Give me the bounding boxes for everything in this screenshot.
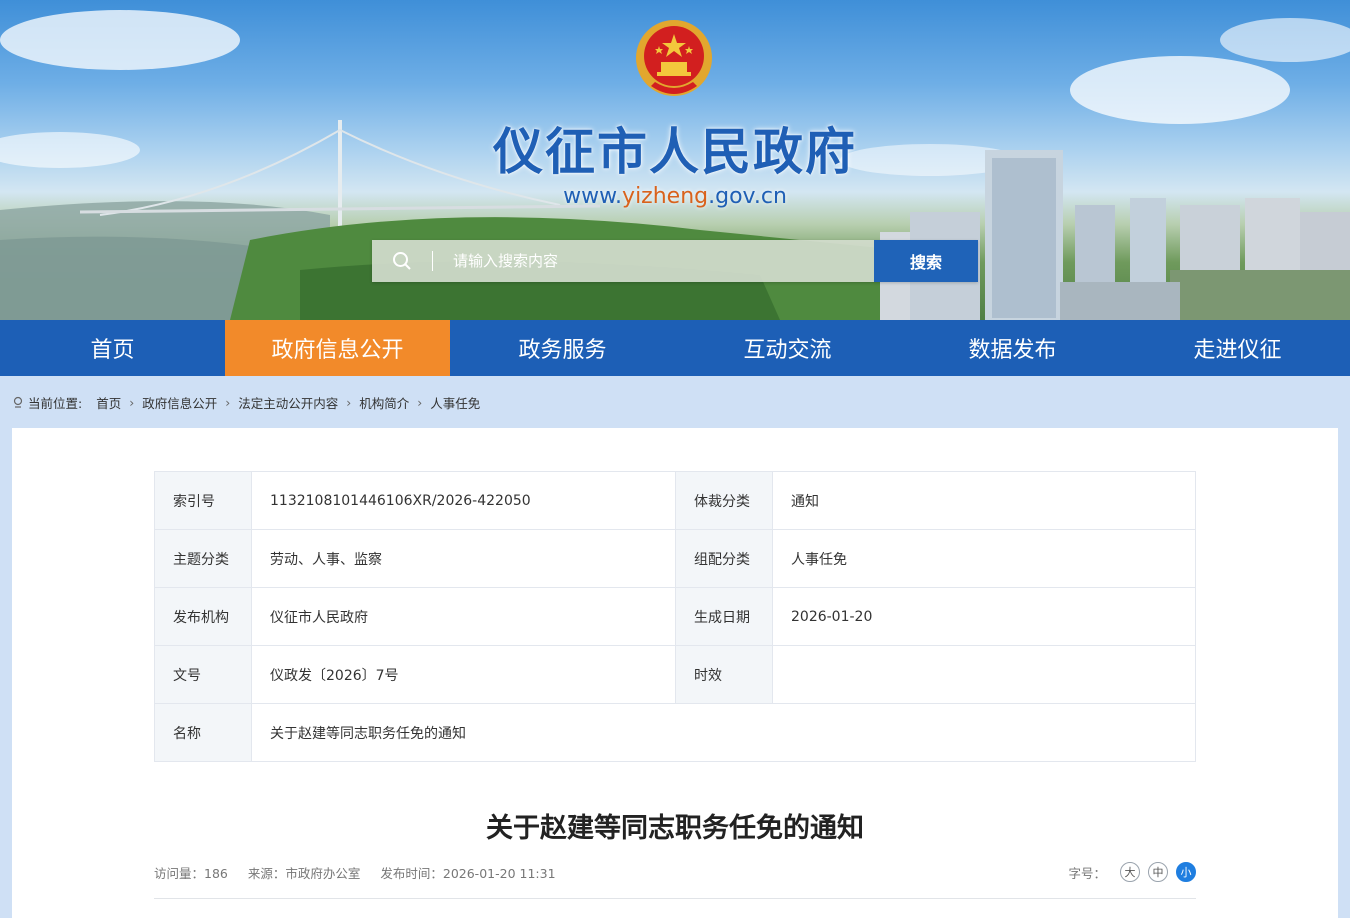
- meta-value: 劳动、人事、监察: [251, 529, 676, 588]
- meta-value: 仪政发〔2026〕7号: [251, 645, 676, 704]
- search-button[interactable]: 搜索: [874, 240, 978, 282]
- article-source: 来源：市政府办公室: [247, 865, 361, 881]
- nav-item-home[interactable]: 首页: [0, 320, 225, 376]
- url-highlight: yizheng: [622, 184, 709, 209]
- table-row: 索引号 1132108101446106XR/2026-422050 体裁分类 …: [154, 471, 1196, 530]
- site-url[interactable]: www.yizheng.gov.cn: [0, 184, 1350, 209]
- meta-value: 人事任免: [772, 529, 1196, 588]
- meta-key: 时效: [675, 645, 773, 704]
- meta-value: 仪征市人民政府: [251, 587, 676, 646]
- breadcrumb-statutory-content[interactable]: 法定主动公开内容: [238, 393, 338, 412]
- divider: [154, 898, 1196, 899]
- url-prefix: www.: [563, 184, 623, 209]
- nav-item-about-yizheng[interactable]: 走进仪征: [1125, 320, 1350, 376]
- article-meta: 访问量：186 来源：市政府办公室 发布时间：2026-01-20 11:31 …: [154, 862, 1196, 882]
- nav-item-interaction[interactable]: 互动交流: [675, 320, 900, 376]
- meta-value: 2026-01-20: [772, 587, 1196, 646]
- font-size-small-button[interactable]: 小: [1176, 862, 1196, 882]
- table-row: 名称 关于赵建等同志职务任免的通知: [154, 703, 1196, 762]
- breadcrumb-personnel[interactable]: 人事任免: [430, 393, 480, 412]
- article-title: 关于赵建等同志职务任免的通知: [486, 813, 864, 844]
- header-banner: 仪征市人民政府 www.yizheng.gov.cn 搜索: [0, 0, 1350, 320]
- breadcrumb-label: 当前位置:: [28, 395, 83, 411]
- meta-key: 名称: [154, 703, 252, 762]
- chevron-right-icon: ›: [417, 394, 423, 410]
- location-icon: [12, 396, 24, 408]
- meta-key: 组配分类: [675, 529, 773, 588]
- breadcrumb-gov-info[interactable]: 政府信息公开: [142, 393, 217, 412]
- meta-key: 索引号: [154, 471, 252, 530]
- main-nav: 首页 政府信息公开 政务服务 互动交流 数据发布 走进仪征: [0, 320, 1350, 376]
- meta-value: 关于赵建等同志职务任免的通知: [251, 703, 1196, 762]
- font-size-large-button[interactable]: 大: [1120, 862, 1140, 882]
- nav-item-data-release[interactable]: 数据发布: [900, 320, 1125, 376]
- breadcrumb-home[interactable]: 首页: [96, 393, 121, 412]
- view-count: 访问量：186: [154, 865, 228, 881]
- meta-key: 发布机构: [154, 587, 252, 646]
- font-size-medium-button[interactable]: 中: [1148, 862, 1168, 882]
- document-meta-table: 索引号 1132108101446106XR/2026-422050 体裁分类 …: [154, 471, 1196, 762]
- publish-time: 发布时间：2026-01-20 11:31: [380, 865, 556, 881]
- font-size-label: 字号：: [1068, 865, 1106, 881]
- search-field: [372, 240, 874, 282]
- search-bar: 搜索: [372, 240, 978, 282]
- meta-value: 1132108101446106XR/2026-422050: [251, 471, 676, 530]
- meta-key: 体裁分类: [675, 471, 773, 530]
- table-row: 主题分类 劳动、人事、监察 组配分类 人事任免: [154, 529, 1196, 588]
- national-emblem-logo: [636, 20, 712, 96]
- chevron-right-icon: ›: [129, 394, 135, 410]
- url-suffix: .gov.cn: [708, 184, 787, 209]
- search-icon: [372, 251, 432, 271]
- meta-key: 主题分类: [154, 529, 252, 588]
- meta-value: [772, 645, 1196, 704]
- content-panel: 索引号 1132108101446106XR/2026-422050 体裁分类 …: [12, 428, 1338, 918]
- chevron-right-icon: ›: [225, 394, 231, 410]
- meta-value: 通知: [772, 471, 1196, 530]
- search-separator: [432, 251, 433, 271]
- nav-item-gov-info[interactable]: 政府信息公开: [225, 320, 450, 376]
- breadcrumb-org-intro[interactable]: 机构简介: [359, 393, 409, 412]
- meta-key: 生成日期: [675, 587, 773, 646]
- chevron-right-icon: ›: [346, 394, 352, 410]
- meta-key: 文号: [154, 645, 252, 704]
- breadcrumb: 当前位置: 首页 › 政府信息公开 › 法定主动公开内容 › 机构简介 › 人事…: [0, 376, 1350, 428]
- table-row: 发布机构 仪征市人民政府 生成日期 2026-01-20: [154, 587, 1196, 646]
- table-row: 文号 仪政发〔2026〕7号 时效: [154, 645, 1196, 704]
- site-title: 仪征市人民政府: [493, 123, 857, 181]
- search-input[interactable]: [451, 251, 874, 271]
- font-size-switcher: 字号： 大 中 小: [1068, 862, 1196, 882]
- nav-item-gov-services[interactable]: 政务服务: [450, 320, 675, 376]
